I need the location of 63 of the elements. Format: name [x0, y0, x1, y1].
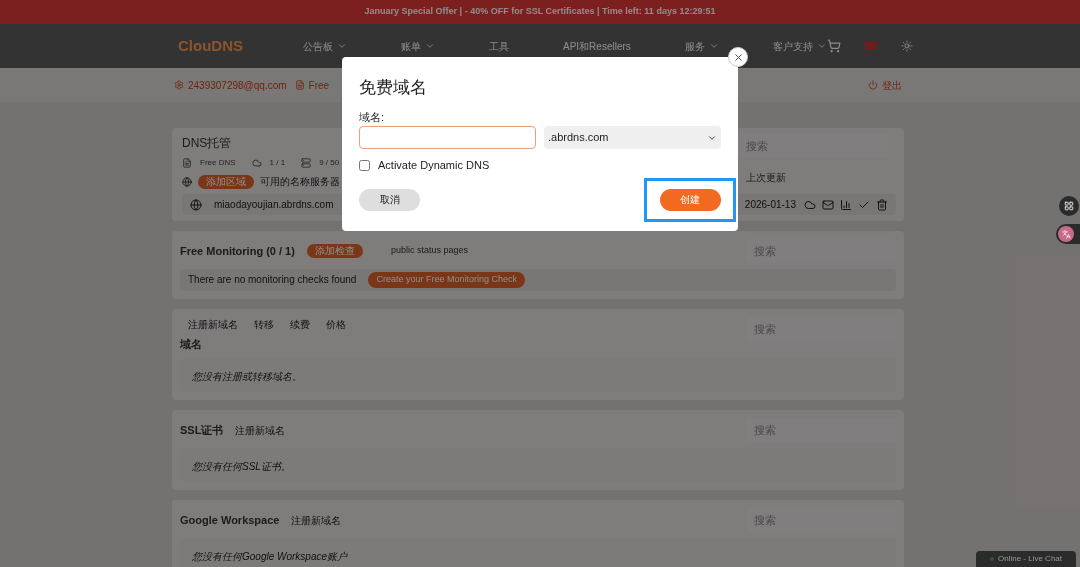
logout-link[interactable]: 登出	[868, 77, 902, 93]
register-link[interactable]: 注册新域名	[235, 422, 286, 438]
stat-text: 1 / 1	[269, 157, 286, 169]
cloud-icon	[251, 158, 262, 168]
mail-icon[interactable]	[822, 198, 834, 211]
plan-link[interactable]: Free	[308, 77, 330, 93]
dialog-title: 免费域名	[359, 77, 428, 99]
empty-message: 您没有任何Google Workspace账户	[192, 551, 348, 562]
dynamic-dns-checkbox[interactable]	[359, 159, 370, 171]
empty-message: 您没有任何SSL证书。	[192, 461, 291, 472]
section-title: Free Monitoring (0 / 1)	[180, 243, 295, 259]
promo-banner-text: January Special Offer | - 40% OFF for SSL Certificates | Time left: 11 days 12:29:51	[364, 5, 716, 19]
nav-menu-item[interactable]: 工具	[489, 38, 509, 54]
zone-select[interactable]: .abrdns.com	[544, 126, 721, 149]
document-icon	[182, 158, 192, 168]
section-title: Google Workspace	[180, 512, 280, 528]
domain-icon	[190, 198, 202, 211]
empty-message: There are no monitoring checks found	[188, 273, 357, 288]
domain-action-link[interactable]: 注册新域名	[188, 316, 238, 332]
add-button[interactable]: 添加检查	[306, 244, 363, 258]
nav-menu-item[interactable]: 客户支持	[772, 38, 827, 54]
apps-icon	[1064, 201, 1074, 211]
add-button[interactable]: 添加区域	[198, 174, 254, 189]
field-label: 域名:	[359, 109, 386, 125]
status-pages-link[interactable]: public status pages	[390, 244, 468, 258]
updated-date: 2026-01-13	[744, 198, 796, 212]
create-button[interactable]: 创建	[659, 188, 721, 211]
nameservers-link[interactable]: 可用的名称服务器	[260, 174, 340, 189]
domain-link[interactable]: miaodayoujian.abrdns.com	[214, 197, 334, 212]
account-email[interactable]: 2439307298@qq.com	[188, 77, 287, 93]
nav-menu-item[interactable]: 公告板	[303, 38, 347, 54]
translate-icon	[1061, 229, 1071, 239]
globe-icon	[182, 176, 192, 187]
stat-text: 9 / 50	[319, 157, 340, 169]
empty-message: 您没有注册或转移域名。	[192, 371, 302, 382]
checkbox-label: Activate Dynamic DNS	[378, 158, 490, 173]
theme-icon[interactable]	[900, 40, 913, 52]
register-link[interactable]: 注册新域名	[291, 512, 342, 528]
domain-action-link[interactable]: 价格	[326, 316, 346, 332]
nav-menu-item[interactable]: API和Resellers	[563, 38, 631, 54]
cloud-icon[interactable]	[804, 198, 816, 211]
domain-input[interactable]	[359, 126, 536, 149]
domain-action-link[interactable]: 转移	[254, 316, 274, 332]
section-title: SSL证书	[180, 422, 224, 438]
section-title: 域名	[180, 336, 203, 352]
close-icon	[732, 51, 744, 63]
apps-button[interactable]	[1059, 196, 1079, 216]
column-header: 上次更新	[746, 171, 786, 185]
delete-icon[interactable]	[876, 198, 888, 211]
domain-action-link[interactable]: 续费	[290, 316, 310, 332]
live-chat-button[interactable]: Online - Live Chat	[976, 551, 1076, 567]
chart-icon[interactable]	[840, 198, 852, 211]
server-icon	[301, 158, 312, 168]
translate-button[interactable]	[1056, 224, 1080, 244]
cart-icon[interactable]	[826, 39, 841, 53]
nav-menu-item[interactable]: 账单	[401, 38, 435, 54]
nav-menu-item[interactable]: 服务	[684, 38, 719, 54]
document-icon	[294, 80, 305, 90]
power-icon	[868, 80, 878, 90]
stat-text: Free DNS	[200, 157, 236, 169]
cancel-button[interactable]: 取消	[359, 188, 420, 211]
section-title: DNS托管	[182, 135, 233, 152]
create-check-button[interactable]: Create your Free Monitoring Check	[368, 272, 525, 288]
